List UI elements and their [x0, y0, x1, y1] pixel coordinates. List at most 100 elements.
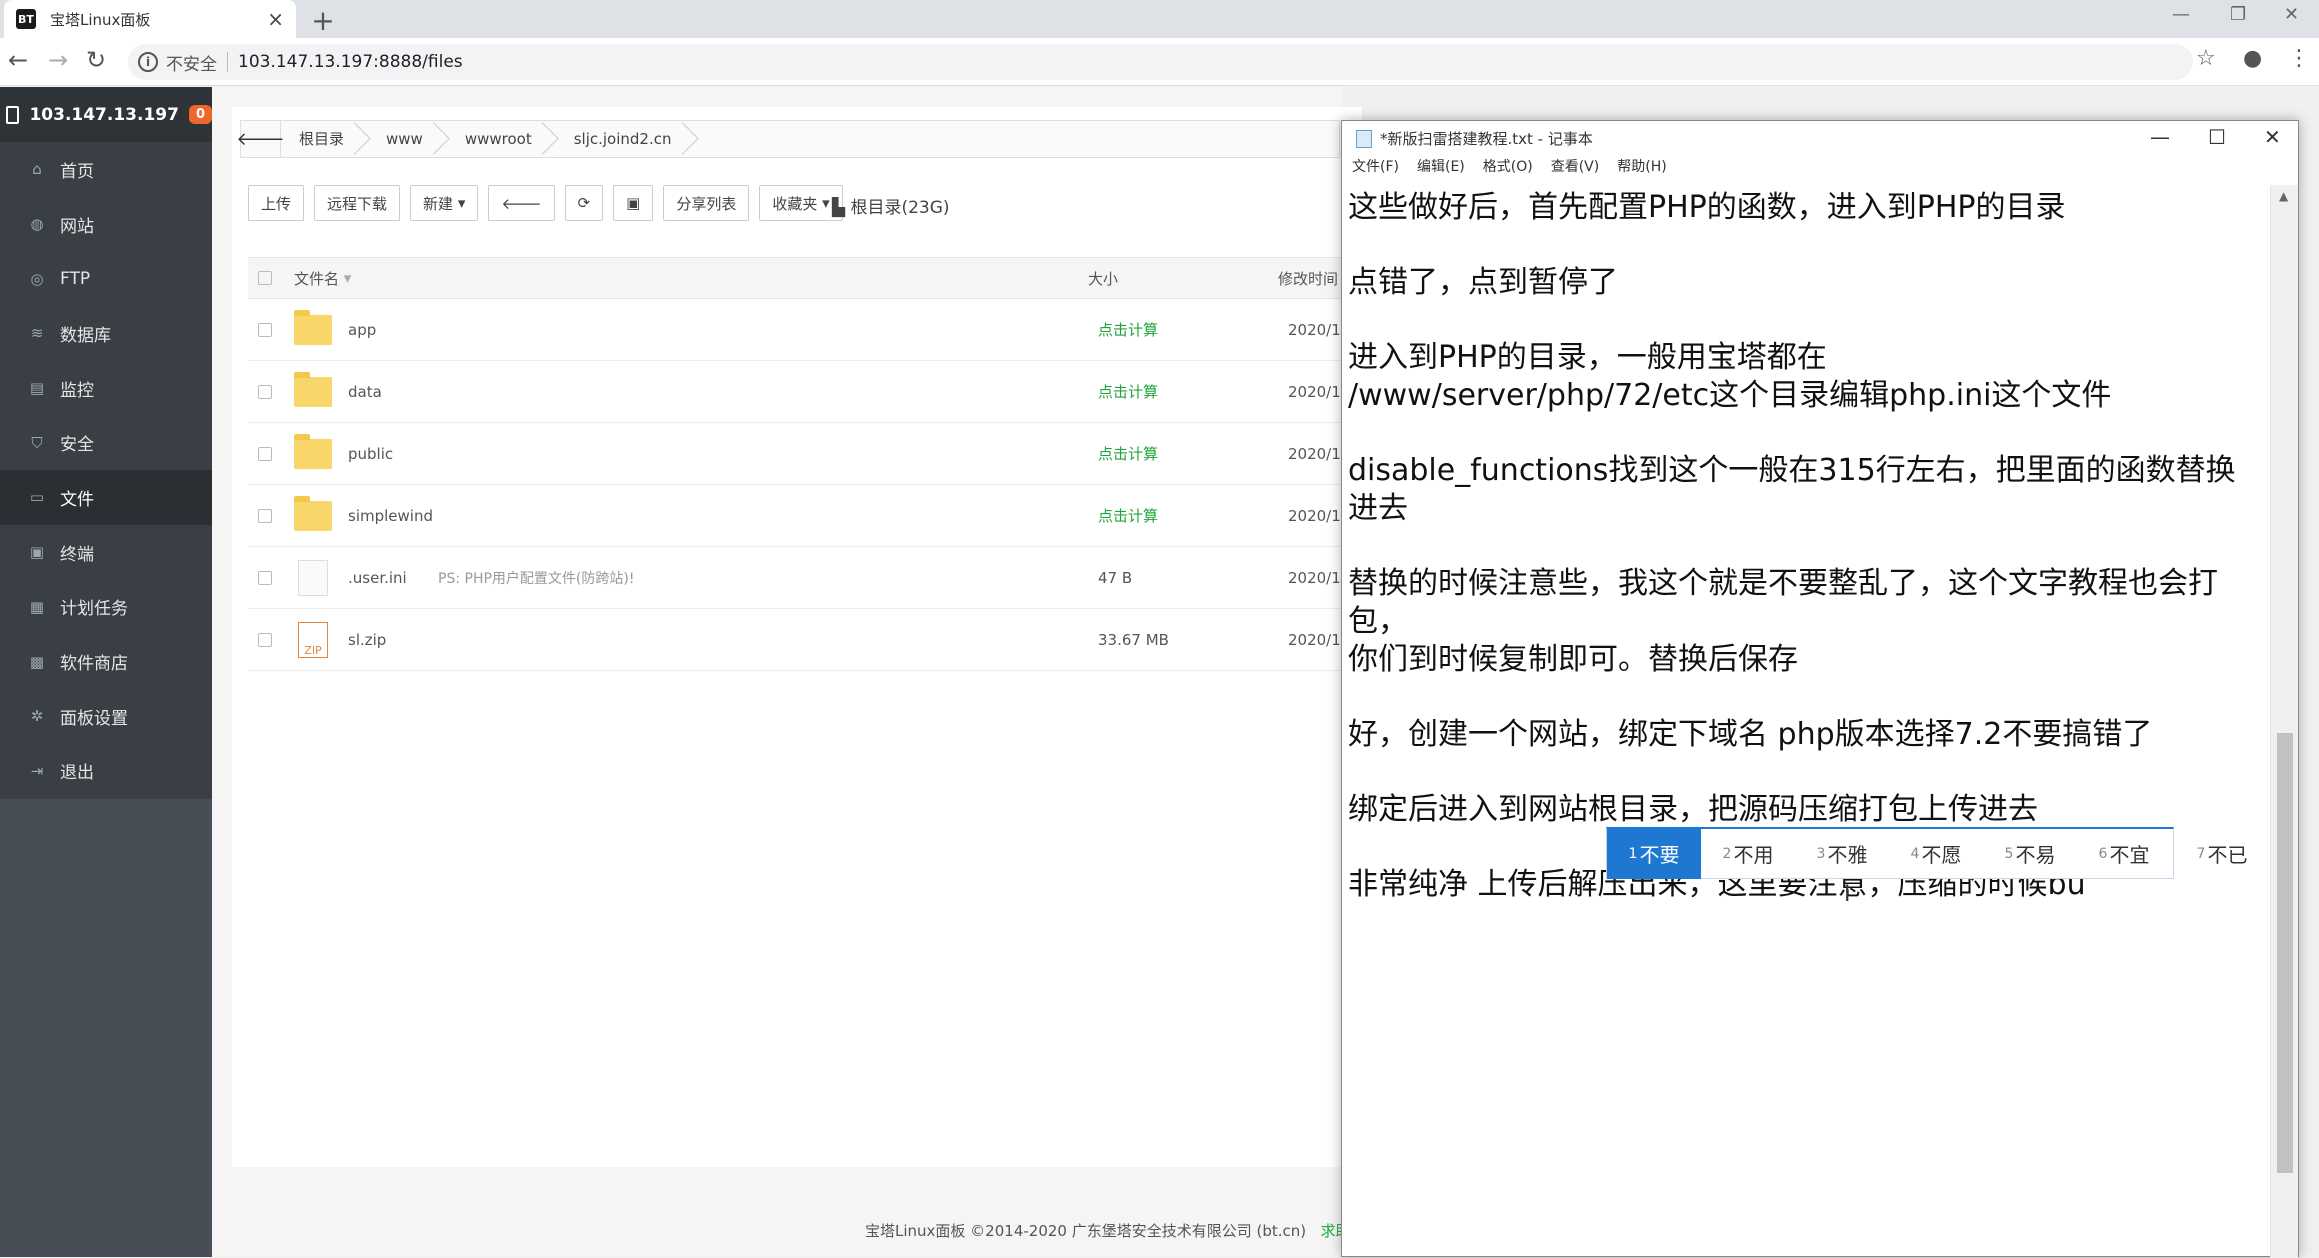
row-checkbox[interactable] — [258, 508, 272, 523]
table-row[interactable]: public 点击计算 2020/10, — [248, 423, 1355, 485]
row-checkbox[interactable] — [258, 384, 272, 399]
row-checkbox[interactable] — [258, 322, 272, 337]
new-tab-button[interactable]: + — [308, 4, 338, 37]
back-arrow-icon[interactable]: ← — [8, 46, 28, 74]
sidebar-item[interactable]: ⌂ 首页 — [0, 142, 212, 197]
terminal-button[interactable]: ▣ — [613, 185, 654, 221]
sidebar-item[interactable]: ▩ 软件商店 — [0, 634, 212, 689]
profile-icon[interactable]: ● — [2243, 46, 2262, 71]
menu-dots-icon[interactable]: ⋮ — [2288, 46, 2310, 71]
breadcrumb: 🡐 根目录 www wwwroot sljc.joind2.cn — [236, 120, 1340, 158]
notepad-maximize-icon[interactable]: ☐ — [2208, 125, 2226, 149]
file-size[interactable]: 点击计算 — [1098, 505, 1158, 526]
header-modified[interactable]: 修改时间 — [1278, 268, 1338, 289]
crumb-site[interactable]: sljc.joind2.cn — [556, 121, 696, 157]
notepad-menu-item[interactable]: 格式(O) — [1483, 156, 1533, 180]
sidebar-item[interactable]: ◎ FTP — [0, 251, 212, 306]
breadcrumb-back-icon[interactable]: 🡐 — [236, 121, 285, 157]
candidate-number: 2 — [1722, 845, 1732, 862]
notepad-minimize-icon[interactable]: — — [2150, 125, 2170, 149]
browser-toolbar: ← → ↻ i 不安全 103.147.13.197:8888/files ☆ … — [0, 38, 2319, 86]
candidate-number: 7 — [2196, 845, 2206, 862]
ime-candidate[interactable]: 1 不要 — [1607, 828, 1701, 879]
new-dropdown-button[interactable]: 新建 ▾ — [410, 185, 479, 221]
ime-candidate[interactable]: 2 不用 — [1701, 829, 1795, 879]
disk-indicator[interactable]: ▙ 根目录(23G) — [832, 193, 950, 218]
sidebar-item[interactable]: ▦ 计划任务 — [0, 580, 212, 635]
bt-favicon-icon: BT — [16, 9, 36, 29]
refresh-button[interactable]: ⟳ — [564, 185, 604, 221]
crumb-www[interactable]: www — [368, 121, 447, 157]
reload-icon[interactable]: ↻ — [86, 46, 106, 74]
restore-icon[interactable]: ❐ — [2230, 4, 2246, 25]
zip-icon: ZIP — [298, 621, 328, 658]
sidebar-item[interactable]: ▭ 文件 — [0, 470, 212, 525]
sidebar-item[interactable]: ◍ 网站 — [0, 197, 212, 252]
ime-candidate[interactable]: 3 不雅 — [1795, 829, 1889, 879]
ime-candidate[interactable]: 6 不宜 — [2077, 829, 2171, 879]
notepad-text-area[interactable]: 这些做好后，首先配置PHP的函数，进入到PHP的目录 点错了，点到暂停了 进入到… — [1342, 185, 2270, 1258]
file-name[interactable]: .user.ini — [348, 569, 438, 587]
sidebar-item[interactable]: ▤ 监控 — [0, 361, 212, 416]
security-label: 不安全 — [166, 54, 217, 75]
candidate-number: 1 — [1628, 845, 1638, 862]
header-name[interactable]: 文件名 — [294, 268, 339, 289]
sidebar-item[interactable]: ▣ 终端 — [0, 525, 212, 580]
close-window-icon[interactable]: ✕ — [2284, 4, 2299, 25]
file-size[interactable]: 点击计算 — [1098, 443, 1158, 464]
file-size[interactable]: 点击计算 — [1098, 381, 1158, 402]
forward-arrow-icon[interactable]: → — [48, 46, 68, 74]
header-size[interactable]: 大小 — [1088, 268, 1118, 289]
table-row[interactable]: app 点击计算 2020/10, — [248, 299, 1355, 361]
file-name[interactable]: sl.zip — [348, 631, 438, 649]
alert-badge[interactable]: 0 — [188, 105, 212, 124]
ime-candidate[interactable]: 4 不愿 — [1889, 829, 1983, 879]
table-row[interactable]: .user.ini PS: PHP用户配置文件(防跨站)! 47 B 2020/10, — [248, 547, 1355, 609]
favorites-dropdown-button[interactable]: 收藏夹 ▾ — [759, 185, 843, 221]
browser-tab[interactable]: BT 宝塔Linux面板 × — [4, 0, 296, 38]
select-all-checkbox[interactable] — [258, 271, 272, 285]
file-name[interactable]: app — [348, 321, 438, 339]
minimize-icon[interactable]: — — [2172, 4, 2190, 25]
address-bar[interactable]: i 不安全 103.147.13.197:8888/files — [128, 44, 2193, 80]
file-name[interactable]: simplewind — [348, 507, 438, 525]
row-checkbox[interactable] — [258, 570, 272, 585]
sidebar-item[interactable]: ⛉ 安全 — [0, 415, 212, 470]
candidate-number: 6 — [2098, 845, 2108, 862]
notepad-close-icon[interactable]: ✕ — [2264, 125, 2281, 149]
info-icon[interactable]: i — [138, 52, 158, 72]
ime-candidate[interactable]: 5 不易 — [1983, 829, 2077, 879]
scroll-up-icon[interactable]: ▲ — [2279, 189, 2288, 203]
notepad-menu-item[interactable]: 文件(F) — [1352, 156, 1399, 180]
sort-caret-icon[interactable]: ▾ — [339, 269, 352, 287]
table-row[interactable]: data 点击计算 2020/10, — [248, 361, 1355, 423]
sidebar-item[interactable]: ⇥ 退出 — [0, 744, 212, 799]
row-checkbox[interactable] — [258, 446, 272, 461]
row-checkbox[interactable] — [258, 632, 272, 647]
bookmark-star-icon[interactable]: ☆ — [2196, 46, 2216, 71]
notepad-scrollbar[interactable]: ▲ — [2270, 185, 2298, 1258]
notepad-menu-item[interactable]: 编辑(E) — [1417, 156, 1465, 180]
table-row[interactable]: simplewind 点击计算 2020/10, — [248, 485, 1355, 547]
crumb-wwwroot[interactable]: wwwroot — [447, 121, 556, 157]
scroll-thumb[interactable] — [2277, 733, 2293, 1173]
back-button[interactable]: 🡐 — [488, 185, 555, 221]
url-text[interactable]: 103.147.13.197:8888/files — [238, 52, 463, 72]
remote-download-button[interactable]: 远程下载 — [314, 185, 401, 221]
share-list-button[interactable]: 分享列表 — [663, 185, 750, 221]
logout-icon: ⇥ — [30, 761, 44, 780]
file-size[interactable]: 点击计算 — [1098, 319, 1158, 340]
sidebar-item[interactable]: ≋ 数据库 — [0, 306, 212, 361]
notepad-menu-item[interactable]: 帮助(H) — [1617, 156, 1666, 180]
table-row[interactable]: ZIP sl.zip 33.67 MB 2020/10, — [248, 609, 1355, 671]
ime-candidate[interactable]: 7 不已 — [2175, 829, 2269, 879]
gear-icon: ✲ — [30, 707, 44, 726]
file-name[interactable]: data — [348, 383, 438, 401]
sidebar-item[interactable]: ✲ 面板设置 — [0, 689, 212, 744]
close-tab-icon[interactable]: × — [267, 7, 284, 31]
copyright: 宝塔Linux面板 ©2014-2020 广东堡塔安全技术有限公司 (bt.cn… — [865, 1222, 1307, 1240]
notepad-menu-item[interactable]: 查看(V) — [1551, 156, 1600, 180]
crumb-root[interactable]: 根目录 — [281, 121, 368, 157]
upload-button[interactable]: 上传 — [248, 185, 305, 221]
file-name[interactable]: public — [348, 445, 438, 463]
